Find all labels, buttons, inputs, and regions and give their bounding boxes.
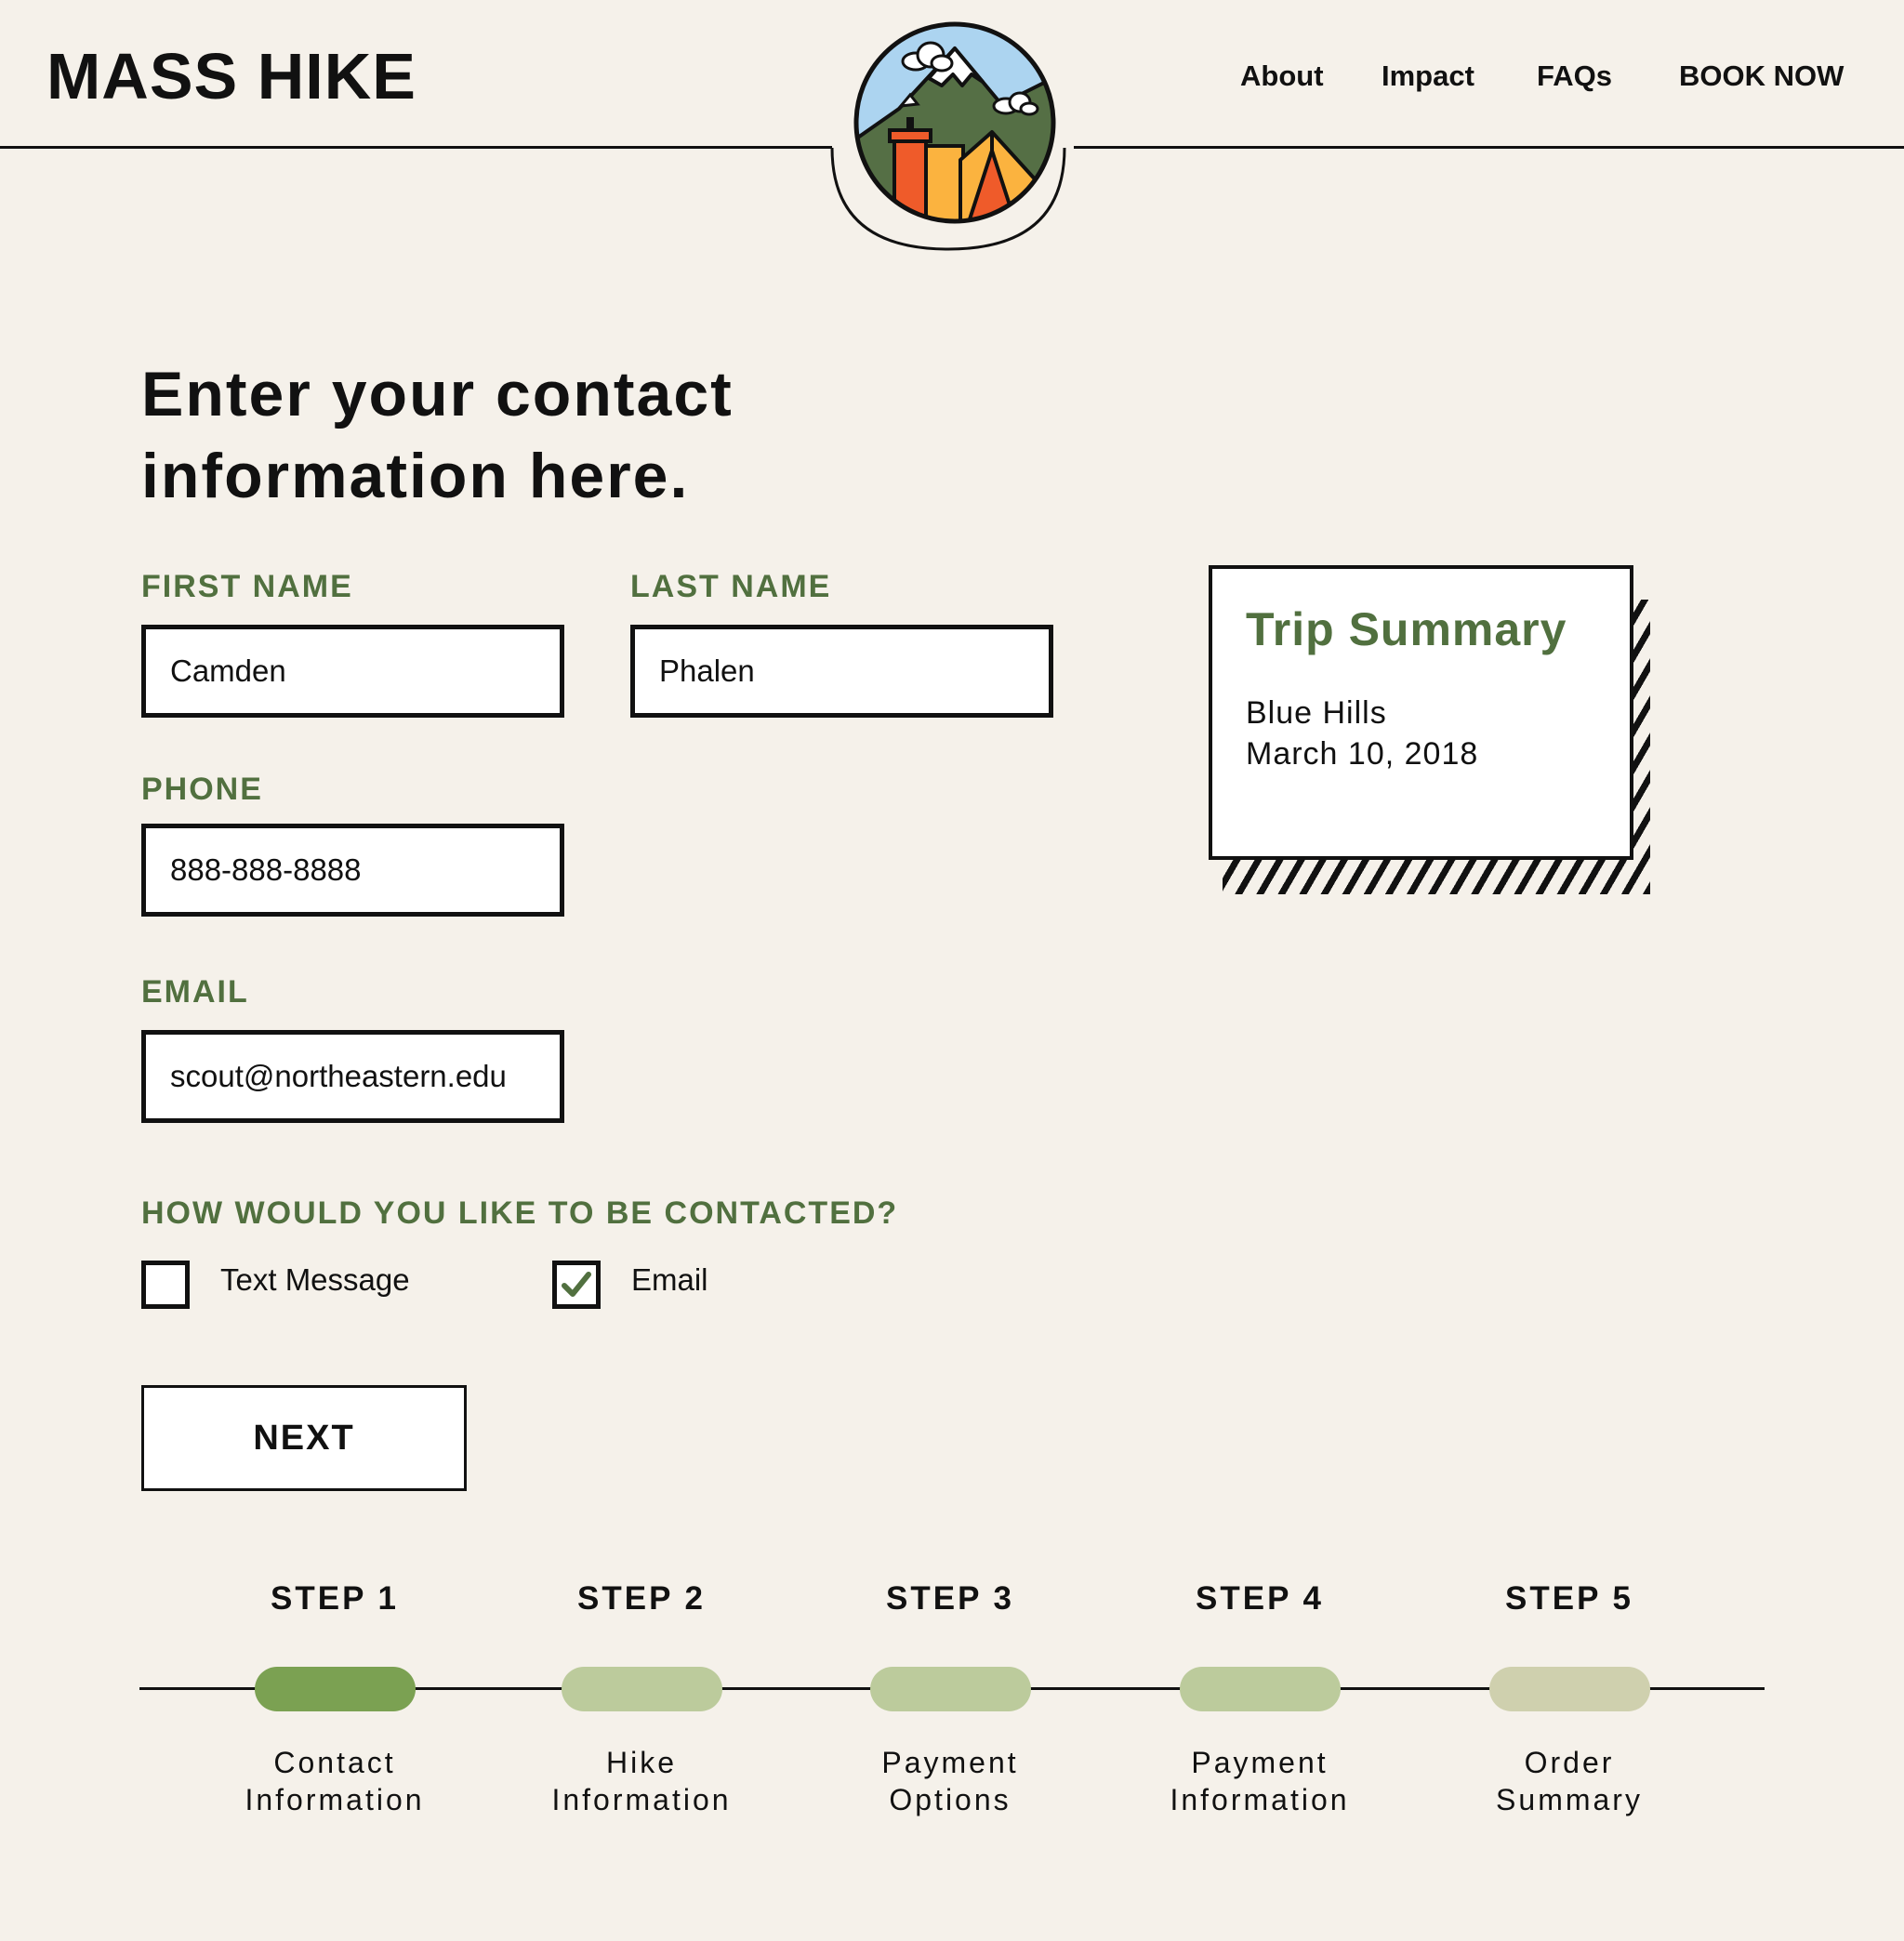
step-4[interactable]: STEP 4 Payment Information (1120, 1580, 1399, 1816)
header-divider-right (1074, 146, 1904, 149)
step-3-label: Payment Options (881, 1746, 1019, 1816)
step-1-label: Contact Information (245, 1746, 425, 1816)
step-5-label: Order Summary (1496, 1746, 1643, 1816)
step-4-label: Payment Information (1170, 1746, 1350, 1816)
text-message-option-label[interactable]: Text Message (220, 1262, 410, 1298)
contact-method-label: HOW WOULD YOU LIKE TO BE CONTACTED? (141, 1195, 899, 1231)
step-2-label: Hike Information (551, 1746, 732, 1816)
step-4-indicator (1180, 1667, 1341, 1711)
trip-summary-location: Blue Hills (1246, 695, 1387, 731)
first-name-label: FIRST NAME (141, 569, 353, 604)
step-5[interactable]: STEP 5 Order Summary (1430, 1580, 1709, 1816)
nav-book-now[interactable]: BOOK NOW (1679, 59, 1844, 93)
text-message-checkbox[interactable] (141, 1261, 190, 1309)
step-1[interactable]: STEP 1 Contact Information (195, 1580, 474, 1816)
page-title-line1: Enter your contact (141, 359, 734, 429)
step-5-indicator (1489, 1667, 1650, 1711)
trip-summary-date: March 10, 2018 (1246, 736, 1479, 772)
page-title: Enter your contact information here. (141, 353, 978, 517)
trip-summary-card: Trip Summary Blue Hills March 10, 2018 (1209, 565, 1633, 860)
step-4-title: STEP 4 (1196, 1580, 1324, 1617)
mountain-camp-logo-icon[interactable] (853, 20, 1057, 225)
phone-input[interactable] (141, 824, 564, 917)
step-2[interactable]: STEP 2 Hike Information (502, 1580, 781, 1816)
step-2-title: STEP 2 (577, 1580, 706, 1617)
step-2-indicator (562, 1667, 722, 1711)
step-1-title: STEP 1 (271, 1580, 399, 1617)
email-option-label[interactable]: Email (631, 1262, 708, 1298)
brand-logo-text[interactable]: MASS HIKE (46, 39, 416, 113)
nav-impact[interactable]: Impact (1382, 59, 1474, 93)
nav-faqs[interactable]: FAQs (1537, 59, 1612, 93)
last-name-label: LAST NAME (630, 569, 832, 604)
last-name-input[interactable] (630, 625, 1053, 718)
step-3[interactable]: STEP 3 Payment Options (811, 1580, 1090, 1816)
email-checkbox[interactable] (552, 1261, 601, 1309)
step-1-indicator (255, 1667, 416, 1711)
page-title-line2: information here. (141, 441, 690, 511)
step-3-title: STEP 3 (886, 1580, 1014, 1617)
phone-label: PHONE (141, 772, 263, 807)
trip-summary-title: Trip Summary (1246, 603, 1567, 655)
first-name-input[interactable] (141, 625, 564, 718)
checkmark-icon (562, 1272, 591, 1297)
email-label: EMAIL (141, 974, 249, 1010)
email-input[interactable] (141, 1030, 564, 1123)
nav-about[interactable]: About (1240, 59, 1324, 93)
header-divider-left (0, 146, 832, 149)
next-button[interactable]: NEXT (141, 1385, 467, 1491)
step-5-title: STEP 5 (1505, 1580, 1633, 1617)
step-3-indicator (870, 1667, 1031, 1711)
